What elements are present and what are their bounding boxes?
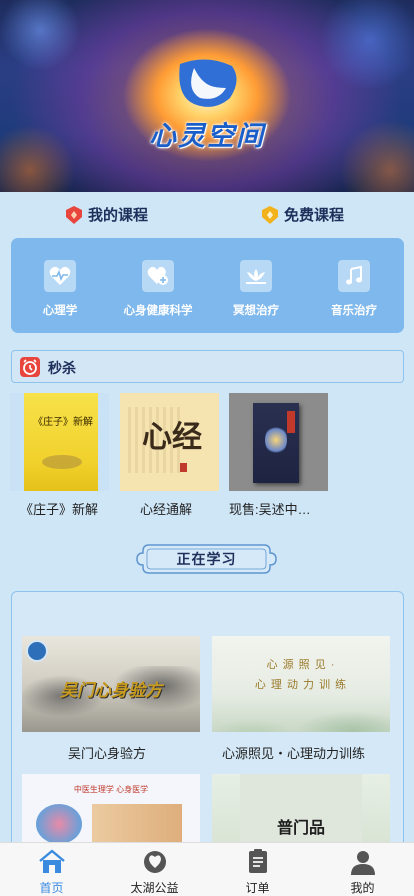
my-courses-label: 我的课程 (88, 207, 149, 224)
shield-badge-icon (66, 205, 82, 224)
course-title: 心源照见・心理动力训练 (222, 746, 366, 761)
app-logo-icon (179, 59, 237, 107)
category-panel: 心理学 心身健康科学 冥想治疗 音乐治疗 (11, 238, 404, 333)
course-thumbnail-text: 普门品 (276, 820, 325, 837)
nav-profile[interactable]: 我的 (311, 843, 414, 896)
studying-header: 正在学习 (135, 541, 278, 577)
course-thumbnail-text: 吴门心身验方 (60, 681, 162, 700)
category-label: 冥想治疗 (233, 305, 279, 317)
nav-label: 我的 (350, 881, 375, 895)
book-title: 《庄子》新解 (20, 502, 99, 517)
charity-icon (144, 851, 166, 873)
heart-plus-icon (142, 260, 174, 292)
user-icon (351, 851, 375, 875)
course-tabs: 我的课程 免费课程 (0, 204, 414, 230)
free-courses-label: 免费课程 (284, 207, 345, 224)
free-courses-tab[interactable]: 免费课程 (262, 204, 344, 225)
book-cover-title: 《庄子》新解 (33, 417, 93, 428)
book-title: 现售:吴述中… (229, 502, 311, 517)
nav-label: 订单 (245, 881, 270, 895)
course-thumbnail-text-line1: 心 源 照 见 · (266, 659, 336, 671)
book-title: 心经通解 (140, 502, 193, 517)
nav-charity[interactable]: 太湖公益 (103, 843, 206, 896)
heartbeat-icon (44, 260, 76, 292)
nav-label: 太湖公益 (130, 881, 179, 895)
hero-banner: 心灵空间 (0, 0, 414, 192)
book-cover-image (229, 393, 328, 491)
nav-label: 首页 (39, 881, 64, 895)
book-cover-image: 心经 (120, 393, 219, 491)
category-label: 心身健康科学 (123, 305, 193, 317)
flash-sale-label: 秒杀 (48, 360, 76, 376)
nav-home[interactable]: 首页 (0, 843, 103, 896)
course-thumbnail: 普门品 (212, 774, 390, 850)
course-thumbnail-text: 中医生理学 心身医学 (73, 785, 149, 794)
my-courses-tab[interactable]: 我的课程 (66, 204, 148, 225)
nav-orders[interactable]: 订单 (206, 843, 309, 896)
studying-title: 正在学习 (176, 551, 237, 567)
flash-sale-header[interactable]: 秒杀 (11, 350, 404, 383)
category-label: 音乐治疗 (331, 305, 377, 317)
course-thumbnail: 中医生理学 心身医学 (22, 774, 200, 850)
alarm-clock-icon (20, 357, 40, 377)
order-icon (249, 849, 267, 873)
bottom-nav: 首页 太湖公益 订单 我的 (0, 842, 414, 896)
course-thumbnail: 心 源 照 见 · 心 理 动 力 训 练 (212, 636, 390, 732)
category-label: 心理学 (42, 305, 78, 317)
home-icon (39, 849, 65, 873)
shield-badge-icon (262, 205, 278, 224)
lotus-icon (240, 260, 272, 292)
studying-panel: 吴门心身验方 吴门心身验方 心 源 照 见 · 心 理 动 力 训 练 心源照见… (11, 591, 404, 851)
book-cover-title: 心经 (142, 420, 202, 455)
app-title: 心灵空间 (149, 121, 265, 151)
course-thumbnail-text-line2: 心 理 动 力 训 练 (254, 679, 348, 691)
course-thumbnail: 吴门心身验方 (22, 636, 200, 732)
book-cover-image: 《庄子》新解 (10, 393, 109, 491)
music-note-icon (338, 260, 370, 292)
